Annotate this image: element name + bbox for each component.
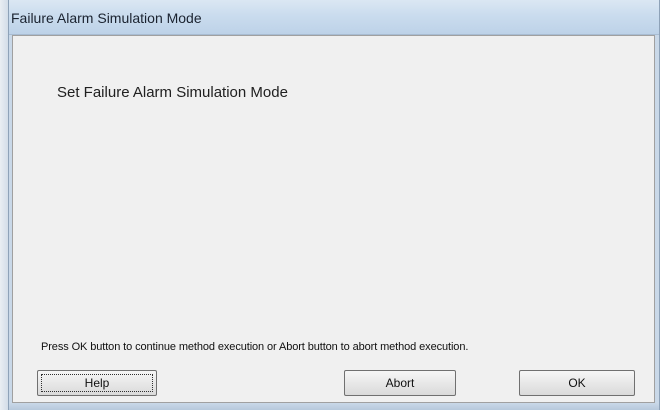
help-button-label: Help [84,376,110,390]
abort-button-label: Abort [385,376,415,390]
dialog-heading: Set Failure Alarm Simulation Mode [57,84,288,101]
help-button[interactable]: Help [37,370,157,396]
window-title: Failure Alarm Simulation Mode [11,10,202,26]
desktop-edge [0,0,8,410]
abort-button[interactable]: Abort [344,370,456,396]
ok-button-label: OK [568,376,586,390]
dialog-window: Failure Alarm Simulation Mode Set Failur… [8,0,660,410]
ok-button[interactable]: OK [519,370,635,396]
dialog-client-area: Set Failure Alarm Simulation Mode Press … [12,35,655,403]
instruction-message: Press OK button to continue method execu… [41,341,469,353]
window-bottom-border [9,403,659,410]
title-bar[interactable]: Failure Alarm Simulation Mode [9,0,659,35]
